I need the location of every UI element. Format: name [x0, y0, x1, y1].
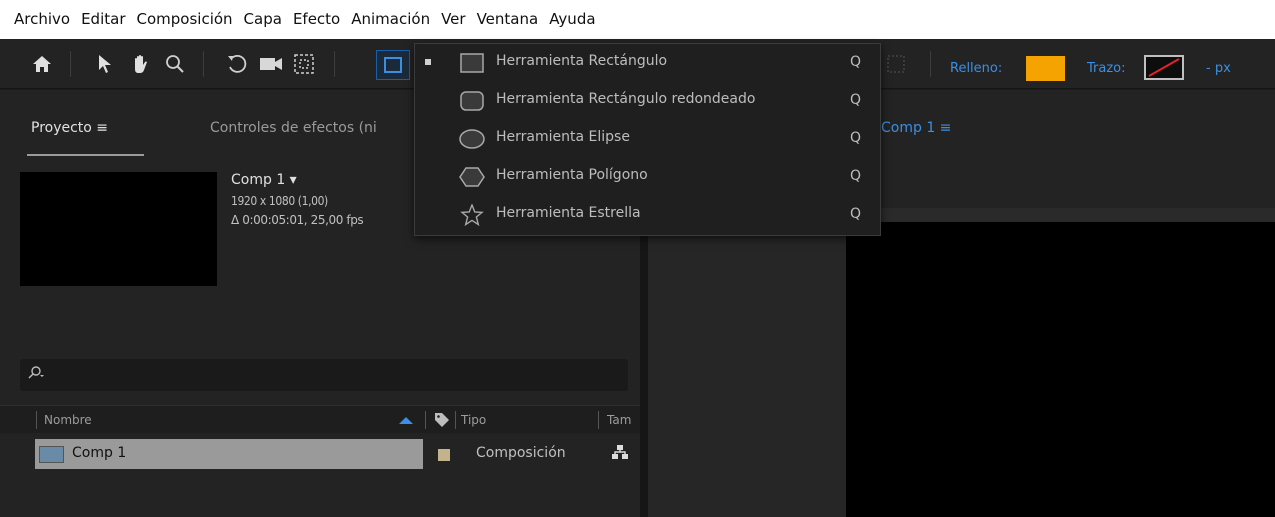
column-tipo[interactable]: Tipo: [461, 413, 486, 427]
menu-item-ellipse-tool[interactable]: Herramienta Elipse Q: [415, 120, 880, 158]
column-divider: [425, 411, 426, 429]
menu-composicion[interactable]: Composición: [137, 0, 233, 39]
menu-editar[interactable]: Editar: [81, 0, 125, 39]
menu-ver[interactable]: Ver: [441, 0, 466, 39]
shape-tools-flyout-menu: Herramienta Rectángulo Q Herramienta Rec…: [414, 43, 881, 236]
camera-tool-icon[interactable]: [258, 52, 284, 76]
menu-efecto[interactable]: Efecto: [293, 0, 340, 39]
toolbar-divider: [70, 51, 71, 77]
tab-controles-efectos[interactable]: Controles de efectos (ni: [210, 120, 377, 136]
search-icon: [28, 366, 46, 384]
flowchart-icon[interactable]: [612, 444, 628, 464]
home-icon[interactable]: [29, 52, 55, 76]
rectangle-icon: [384, 57, 402, 73]
menu-item-label: Herramienta Elipse: [496, 129, 630, 145]
menu-item-label: Herramienta Estrella: [496, 205, 641, 221]
pan-behind-tool-icon[interactable]: [291, 52, 317, 76]
item-type: Composición: [476, 445, 566, 461]
menu-bar: Archivo Editar Composición Capa Efecto A…: [0, 0, 1275, 39]
toolbar-divider: [203, 51, 204, 77]
menu-item-shortcut: Q: [850, 54, 862, 70]
menu-item-shortcut: Q: [850, 206, 862, 222]
column-divider: [455, 411, 456, 429]
active-bullet: [425, 59, 431, 65]
menu-item-shortcut: Q: [850, 92, 862, 108]
stroke-width-value[interactable]: - px: [1206, 61, 1231, 76]
selection-tool-icon[interactable]: [92, 52, 118, 76]
comp-duration: Δ 0:00:05:01, 25,00 fps: [231, 213, 364, 227]
menu-archivo[interactable]: Archivo: [14, 0, 70, 39]
hand-tool-icon[interactable]: [128, 52, 154, 76]
comp-thumbnail: [20, 172, 217, 286]
comp-title[interactable]: Comp 1 ▾: [231, 172, 297, 188]
rectangle-icon: [460, 53, 484, 73]
polygon-icon: [459, 167, 485, 187]
fill-label[interactable]: Relleno:: [950, 61, 1002, 76]
active-tab-indicator: [27, 154, 144, 156]
menu-item-label: Herramienta Rectángulo: [496, 53, 668, 69]
label-tag-icon[interactable]: [434, 412, 450, 428]
menu-item-label: Herramienta Rectángulo redondeado: [496, 91, 756, 107]
column-nombre[interactable]: Nombre: [44, 413, 92, 427]
menu-item-shortcut: Q: [850, 130, 862, 146]
fill-options-icon[interactable]: [883, 52, 909, 76]
menu-item-rectangle-tool[interactable]: Herramienta Rectángulo Q: [415, 44, 880, 82]
menu-animacion[interactable]: Animación: [351, 0, 430, 39]
table-row[interactable]: Comp 1 Composición: [0, 439, 640, 469]
no-stroke-icon: [1148, 58, 1180, 77]
menu-item-star-tool[interactable]: Herramienta Estrella Q: [415, 196, 880, 234]
rectangle-tool-button[interactable]: [376, 50, 410, 80]
toolbar-divider: [930, 51, 931, 77]
item-name: Comp 1: [72, 445, 127, 461]
project-columns-header: Nombre Tipo Tam: [0, 405, 640, 433]
rotate-tool-icon[interactable]: [224, 52, 250, 76]
toolbar-divider: [334, 51, 335, 77]
composition-icon: [39, 446, 64, 463]
composition-viewer[interactable]: [846, 208, 1275, 517]
column-divider: [598, 411, 599, 429]
rounded-rectangle-icon: [460, 91, 484, 111]
menu-item-rounded-rectangle-tool[interactable]: Herramienta Rectángulo redondeado Q: [415, 82, 880, 120]
column-tamano[interactable]: Tam: [607, 413, 631, 427]
menu-capa[interactable]: Capa: [244, 0, 282, 39]
stroke-color-swatch[interactable]: [1144, 55, 1184, 80]
star-icon: [460, 204, 484, 226]
tab-proyecto[interactable]: Proyecto ≡: [31, 120, 108, 136]
tab-composition-comp1[interactable]: Comp 1 ≡: [881, 120, 951, 136]
menu-item-label: Herramienta Polígono: [496, 167, 648, 183]
column-divider: [36, 411, 37, 429]
zoom-tool-icon[interactable]: [162, 52, 188, 76]
stroke-label[interactable]: Trazo:: [1087, 61, 1126, 76]
menu-item-polygon-tool[interactable]: Herramienta Polígono Q: [415, 158, 880, 196]
ellipse-icon: [459, 129, 485, 149]
sort-ascending-icon[interactable]: [398, 416, 414, 425]
comp-resolution: 1920 x 1080 (1,00): [231, 194, 328, 208]
fill-color-swatch[interactable]: [1026, 56, 1065, 81]
project-search-input[interactable]: [20, 359, 628, 391]
menu-item-shortcut: Q: [850, 168, 862, 184]
menu-ayuda[interactable]: Ayuda: [549, 0, 595, 39]
timeline-side-strip: [648, 218, 846, 517]
label-color-chip[interactable]: [438, 449, 450, 461]
menu-ventana[interactable]: Ventana: [477, 0, 539, 39]
